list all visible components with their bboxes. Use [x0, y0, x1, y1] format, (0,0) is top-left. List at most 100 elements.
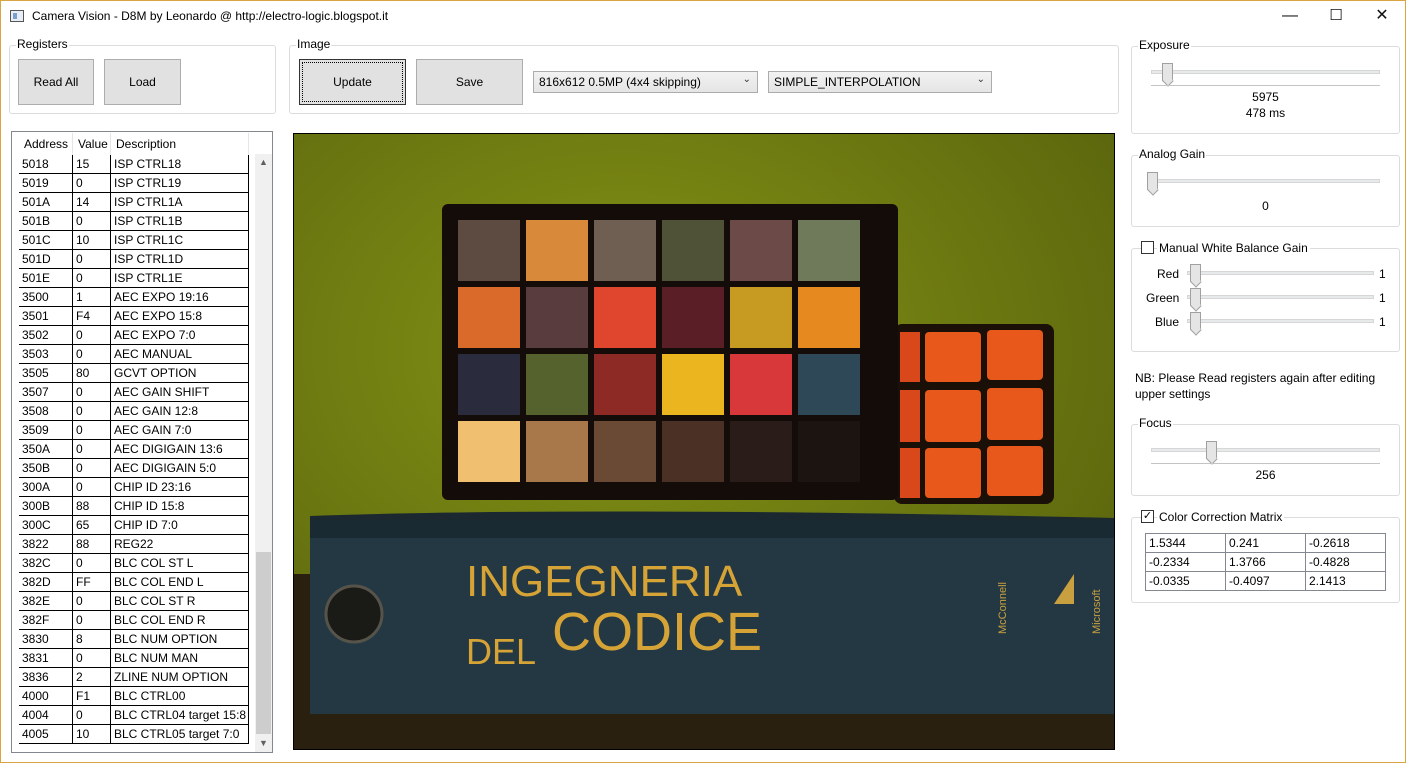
value-cell[interactable]: 0 [73, 706, 111, 724]
value-cell[interactable]: 15 [73, 155, 111, 173]
value-cell[interactable]: 1 [73, 288, 111, 306]
white-balance-checkbox[interactable] [1141, 241, 1154, 254]
value-cell[interactable]: 0 [73, 212, 111, 230]
value-cell[interactable]: 88 [73, 535, 111, 553]
table-scrollbar[interactable]: ▲ ▼ [255, 154, 272, 752]
table-row[interactable]: 501A 14 ISP CTRL1A [19, 193, 249, 212]
table-row[interactable]: 300C 65 CHIP ID 7:0 [19, 516, 249, 535]
matrix-cell[interactable]: 0.241 [1225, 533, 1306, 553]
exposure-slider-track[interactable] [1151, 70, 1380, 74]
table-row[interactable]: 300A 0 CHIP ID 23:16 [19, 478, 249, 497]
scroll-down-icon[interactable]: ▼ [255, 735, 272, 752]
value-cell[interactable]: 8 [73, 630, 111, 648]
column-header-description[interactable]: Description [111, 133, 249, 155]
table-row[interactable]: 3500 1 AEC EXPO 19:16 [19, 288, 249, 307]
value-cell[interactable]: F4 [73, 307, 111, 325]
table-row[interactable]: 382F 0 BLC COL END R [19, 611, 249, 630]
matrix-cell[interactable]: 2.1413 [1305, 571, 1386, 591]
table-row[interactable]: 501B 0 ISP CTRL1B [19, 212, 249, 231]
value-cell[interactable]: 0 [73, 269, 111, 287]
value-cell[interactable]: 0 [73, 383, 111, 401]
value-cell[interactable]: 80 [73, 364, 111, 382]
analog-gain-slider-track[interactable] [1147, 179, 1380, 183]
register-table[interactable]: Address Value Description 5018 15 ISP CTRL… [11, 131, 273, 753]
value-cell[interactable]: 10 [73, 231, 111, 249]
blue-slider-track[interactable] [1187, 319, 1374, 323]
table-row[interactable]: 5019 0 ISP CTRL19 [19, 174, 249, 193]
matrix-cell[interactable]: -0.4828 [1305, 552, 1386, 572]
value-cell[interactable]: 0 [73, 326, 111, 344]
value-cell[interactable]: 65 [73, 516, 111, 534]
table-row[interactable]: 3822 88 REG22 [19, 535, 249, 554]
red-slider-thumb[interactable] [1190, 264, 1201, 282]
table-row[interactable]: 382D FF BLC COL END L [19, 573, 249, 592]
value-cell[interactable]: 0 [73, 554, 111, 572]
table-row[interactable]: 4004 0 BLC CTRL04 target 15:8 [19, 706, 249, 725]
value-cell[interactable]: 14 [73, 193, 111, 211]
analog-gain-slider-thumb[interactable] [1147, 172, 1158, 190]
table-row[interactable]: 4000 F1 BLC CTRL00 [19, 687, 249, 706]
column-header-value[interactable]: Value [73, 133, 111, 155]
scroll-thumb[interactable] [256, 552, 271, 734]
value-cell[interactable]: 0 [73, 345, 111, 363]
matrix-cell[interactable]: -0.2618 [1305, 533, 1386, 553]
table-row[interactable]: 5018 15 ISP CTRL18 [19, 155, 249, 174]
exposure-slider-thumb[interactable] [1161, 63, 1173, 81]
table-row[interactable]: 3836 2 ZLINE NUM OPTION [19, 668, 249, 687]
save-button[interactable]: Save [416, 59, 523, 105]
blue-slider-thumb[interactable] [1190, 312, 1201, 330]
table-row[interactable]: 501C 10 ISP CTRL1C [19, 231, 249, 250]
table-row[interactable]: 3508 0 AEC GAIN 12:8 [19, 402, 249, 421]
table-row[interactable]: 501D 0 ISP CTRL1D [19, 250, 249, 269]
minimize-button[interactable]: — [1267, 1, 1313, 32]
table-row[interactable]: 382C 0 BLC COL ST L [19, 554, 249, 573]
update-button[interactable]: Update [299, 59, 406, 105]
color-correction-checkbox[interactable]: ✓ [1141, 510, 1154, 523]
value-cell[interactable]: 2 [73, 668, 111, 686]
green-slider-thumb[interactable] [1190, 288, 1201, 306]
value-cell[interactable]: 0 [73, 592, 111, 610]
value-cell[interactable]: 10 [73, 725, 111, 743]
value-cell[interactable]: 0 [73, 250, 111, 268]
scroll-up-icon[interactable]: ▲ [255, 154, 272, 171]
matrix-cell[interactable]: 1.3766 [1225, 552, 1306, 572]
table-row[interactable]: 3503 0 AEC MANUAL [19, 345, 249, 364]
green-slider-track[interactable] [1187, 295, 1374, 299]
table-row[interactable]: 501E 0 ISP CTRL1E [19, 269, 249, 288]
matrix-cell[interactable]: 1.5344 [1145, 533, 1226, 553]
value-cell[interactable]: 0 [73, 459, 111, 477]
focus-slider-thumb[interactable] [1205, 441, 1217, 459]
table-row[interactable]: 3507 0 AEC GAIN SHIFT [19, 383, 249, 402]
table-row[interactable]: 3830 8 BLC NUM OPTION [19, 630, 249, 649]
load-button[interactable]: Load [104, 59, 181, 105]
matrix-cell[interactable]: -0.0335 [1145, 571, 1226, 591]
read-all-button[interactable]: Read All [18, 59, 94, 105]
table-row[interactable]: 350A 0 AEC DIGIGAIN 13:6 [19, 440, 249, 459]
value-cell[interactable]: 88 [73, 497, 111, 515]
value-cell[interactable]: 0 [73, 421, 111, 439]
table-row[interactable]: 382E 0 BLC COL ST R [19, 592, 249, 611]
maximize-button[interactable]: ☐ [1313, 1, 1359, 32]
close-button[interactable]: ✕ [1359, 1, 1405, 32]
resolution-select[interactable]: 816x612 0.5MP (4x4 skipping) ⌄ [533, 71, 758, 93]
value-cell[interactable]: F1 [73, 687, 111, 705]
matrix-cell[interactable]: -0.2334 [1145, 552, 1226, 572]
value-cell[interactable]: 0 [73, 174, 111, 192]
table-row[interactable]: 300B 88 CHIP ID 15:8 [19, 497, 249, 516]
red-slider-track[interactable] [1187, 271, 1374, 275]
table-row[interactable]: 3509 0 AEC GAIN 7:0 [19, 421, 249, 440]
column-header-address[interactable]: Address [19, 133, 73, 155]
table-row[interactable]: 3831 0 BLC NUM MAN [19, 649, 249, 668]
value-cell[interactable]: 0 [73, 440, 111, 458]
matrix-cell[interactable]: -0.4097 [1225, 571, 1306, 591]
table-row[interactable]: 4005 10 BLC CTRL05 target 7:0 [19, 725, 249, 744]
table-row[interactable]: 3502 0 AEC EXPO 7:0 [19, 326, 249, 345]
value-cell[interactable]: 0 [73, 649, 111, 667]
value-cell[interactable]: 0 [73, 478, 111, 496]
table-row[interactable]: 3505 80 GCVT OPTION [19, 364, 249, 383]
value-cell[interactable]: 0 [73, 402, 111, 420]
table-row[interactable]: 350B 0 AEC DIGIGAIN 5:0 [19, 459, 249, 478]
interpolation-select[interactable]: SIMPLE_INTERPOLATION ⌄ [768, 71, 992, 93]
value-cell[interactable]: 0 [73, 611, 111, 629]
focus-slider-track[interactable] [1151, 448, 1380, 452]
